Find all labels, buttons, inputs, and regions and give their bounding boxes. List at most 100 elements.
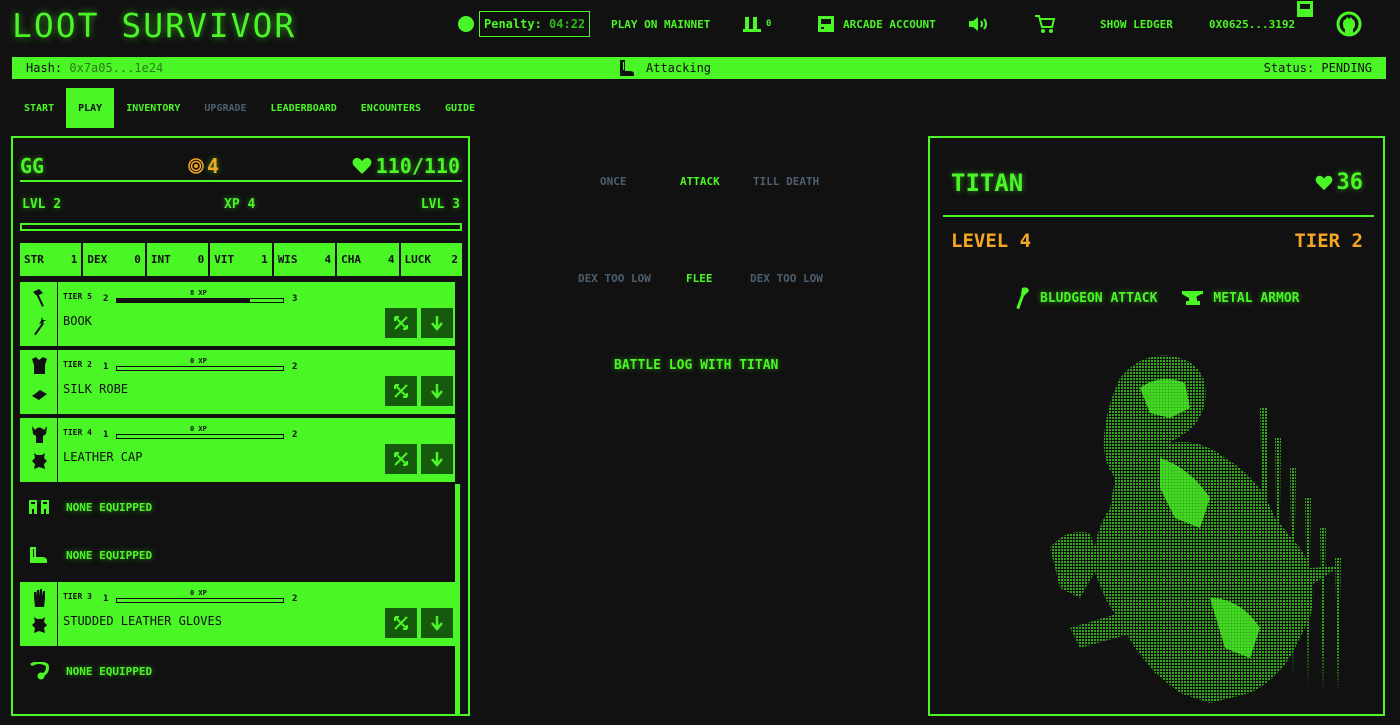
equipment-slot-neck: NONE EQUIPPED xyxy=(20,648,455,696)
health-value: 110/110 xyxy=(375,154,460,178)
chest-slot-icon xyxy=(32,357,47,374)
battle-log-title: BATTLE LOG WITH TITAN xyxy=(614,358,779,373)
arrow-down-icon xyxy=(431,316,443,331)
xp-value: XP 4 xyxy=(224,197,256,212)
stat-int: INT 0 xyxy=(146,243,209,276)
item-next-level: 3 xyxy=(292,294,298,304)
item-xp-bar xyxy=(116,434,284,439)
arcade-icon xyxy=(818,16,834,32)
item-xp: 0 XP xyxy=(190,589,207,597)
sound-icon xyxy=(969,17,987,31)
penalty-label: Penalty: xyxy=(484,17,542,31)
swap-item-button[interactable] xyxy=(385,444,417,474)
beast-attack-type: BLUDGEON ATTACK xyxy=(1040,290,1158,306)
wallet-address[interactable]: 0X0625...3192 xyxy=(1209,0,1295,48)
tab-encounters[interactable]: ENCOUNTERS xyxy=(349,88,433,128)
flee-once-button[interactable]: DEX TOO LOW xyxy=(578,272,651,285)
sound-button[interactable] xyxy=(968,0,990,48)
tab-guide[interactable]: GUIDE xyxy=(433,88,487,128)
flee-button[interactable]: FLEE xyxy=(686,272,713,285)
item-xp: 0 XP xyxy=(190,425,207,433)
lords-icon xyxy=(743,17,761,32)
beast-health: 36 xyxy=(1315,170,1364,195)
github-button[interactable] xyxy=(1336,0,1362,48)
equipment-scrollbar[interactable] xyxy=(455,484,460,714)
leather-icon xyxy=(32,453,47,469)
none-equipped-label: NONE EQUIPPED xyxy=(66,549,153,562)
attack-till-death-button[interactable]: TILL DEATH xyxy=(753,175,819,188)
beast-divider xyxy=(943,215,1374,217)
wallet-icon[interactable] xyxy=(1296,0,1314,18)
gold-value: 4 xyxy=(207,154,220,178)
arrow-down-icon xyxy=(431,616,443,631)
swap-item-button[interactable] xyxy=(385,376,417,406)
item-xp-bar xyxy=(116,598,284,603)
hash-label: Hash: xyxy=(26,61,63,75)
drop-item-button[interactable] xyxy=(421,376,453,406)
foot-slot-icon xyxy=(30,547,47,563)
health-display: 110/110 xyxy=(352,154,460,178)
beast-attributes: BLUDGEON ATTACK METAL ARMOR xyxy=(1014,286,1300,310)
swap-icon xyxy=(394,616,408,630)
magic-wand-icon xyxy=(34,317,46,336)
beast-health-value: 36 xyxy=(1336,170,1364,195)
drop-item-button[interactable] xyxy=(421,308,453,338)
hash-display: Hash: 0x7a05...1e24 xyxy=(26,61,163,75)
tx-action: Attacking xyxy=(618,59,711,77)
lords-button[interactable]: 0 xyxy=(742,0,771,48)
tab-upgrade[interactable]: UPGRADE xyxy=(192,88,258,128)
stat-cha: CHA 4 xyxy=(337,243,399,276)
top-header: LOOT SURVIVOR Penalty: 04:22 PLAY ON MAI… xyxy=(0,0,1400,52)
stat-dex: DEX 0 xyxy=(83,243,145,276)
heart-icon xyxy=(352,157,372,174)
leather-icon xyxy=(32,617,47,633)
adventurer-header: GG 4 110/110 xyxy=(20,152,462,182)
stats-row: STR 1 DEX 0 INT 0 VIT 1 WIS 4 CHA 4 LUCK 2 xyxy=(20,243,462,276)
item-xp: 8 XP xyxy=(190,289,207,297)
xp-progress-bar xyxy=(20,223,462,231)
next-level: LVL 3 xyxy=(420,197,460,212)
swap-item-button[interactable] xyxy=(385,608,417,638)
coin-icon xyxy=(188,158,204,174)
arrow-down-icon xyxy=(431,452,443,467)
cart-icon xyxy=(1035,15,1056,33)
drop-item-button[interactable] xyxy=(421,444,453,474)
tab-inventory[interactable]: INVENTORY xyxy=(114,88,192,128)
stat-wis: WIS 4 xyxy=(273,243,336,276)
main-nav: START PLAY INVENTORY UPGRADE LEADERBOARD… xyxy=(12,88,487,128)
equipment-slot-foot: NONE EQUIPPED xyxy=(20,532,455,580)
lords-count: 0 xyxy=(766,19,772,29)
attack-once-button[interactable]: ONCE xyxy=(600,175,627,188)
hash-value[interactable]: 0x7a05...1e24 xyxy=(69,61,163,75)
none-equipped-label: NONE EQUIPPED xyxy=(66,501,153,514)
item-name: BOOK xyxy=(63,314,92,328)
status-dot-icon xyxy=(458,0,474,48)
adventurer-name: GG xyxy=(20,154,45,178)
tab-play[interactable]: PLAY xyxy=(66,88,115,128)
drop-item-button[interactable] xyxy=(421,608,453,638)
arcade-account-button[interactable]: ARCADE ACCOUNT xyxy=(817,0,936,48)
tab-leaderboard[interactable]: LEADERBOARD xyxy=(259,88,349,128)
attack-button[interactable]: ATTACK xyxy=(680,175,720,188)
item-tier: TIER 5 xyxy=(63,292,92,301)
app-logo: LOOT SURVIVOR xyxy=(12,6,297,45)
penalty-time: 04:22 xyxy=(549,17,586,31)
penalty-timer: Penalty: 04:22 xyxy=(479,0,591,48)
bludgeon-icon xyxy=(1016,287,1029,310)
item-tier: TIER 3 xyxy=(63,592,92,601)
beast-armor-type: METAL ARMOR xyxy=(1213,290,1300,306)
swap-item-button[interactable] xyxy=(385,308,417,338)
show-ledger-button[interactable]: SHOW LEDGER xyxy=(1100,0,1173,48)
cart-button[interactable] xyxy=(1034,0,1056,48)
play-mainnet-button[interactable]: PLAY ON MAINNET xyxy=(611,0,710,48)
none-equipped-label: NONE EQUIPPED xyxy=(66,665,153,678)
item-xp-fill xyxy=(117,299,250,302)
gold-display: 4 xyxy=(188,154,219,178)
item-level: 1 xyxy=(103,594,109,604)
item-name: STUDDED LEATHER GLOVES xyxy=(63,614,222,628)
beast-tier: TIER 2 xyxy=(1294,230,1363,252)
tab-start[interactable]: START xyxy=(12,88,66,128)
flee-till-death-button[interactable]: DEX TOO LOW xyxy=(750,272,823,285)
item-xp-bar xyxy=(116,366,284,371)
weapon-slot-icon xyxy=(33,289,44,307)
